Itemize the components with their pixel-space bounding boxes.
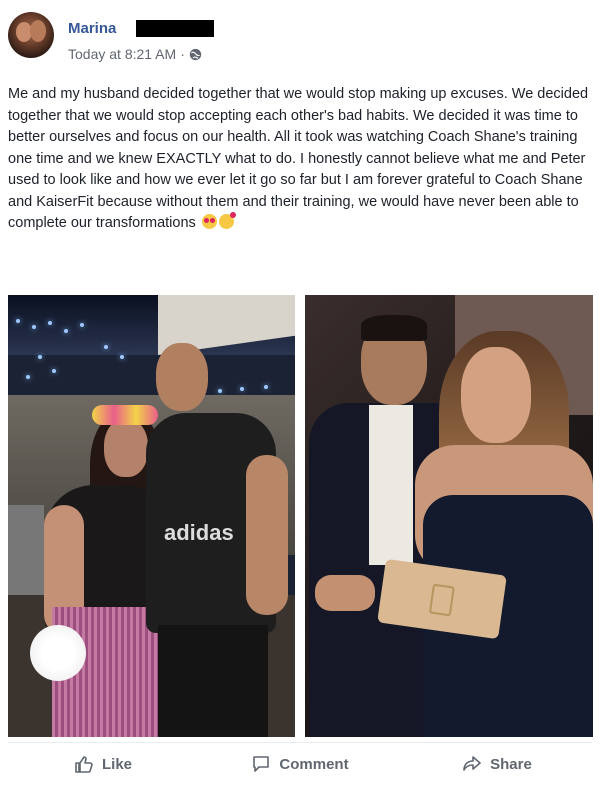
heart-eyes-emoji-icon	[201, 214, 217, 229]
man-shirt	[369, 405, 413, 565]
post-body: Me and my husband decided together that …	[8, 84, 593, 235]
comment-bubble-icon	[253, 756, 270, 772]
shirt-logo-text: adidas	[164, 520, 234, 545]
thumbs-up-icon	[75, 756, 93, 773]
share-arrow-icon	[463, 756, 481, 771]
share-button[interactable]: Share	[402, 748, 592, 780]
man-shorts	[158, 625, 268, 737]
post-actions-bar: Like Comment Share	[8, 748, 592, 780]
smiling-hearts-emoji-icon	[218, 212, 236, 229]
globe-icon[interactable]	[189, 48, 202, 61]
profile-avatar[interactable]	[8, 12, 54, 58]
redaction-bar	[136, 20, 214, 37]
comment-label: Comment	[279, 755, 349, 773]
action-divider	[8, 742, 592, 743]
avatar-face	[30, 20, 46, 42]
post-photo-after[interactable]	[305, 295, 593, 737]
man-hair	[361, 315, 427, 341]
hand	[315, 575, 375, 611]
post-photo-before[interactable]: adidas	[8, 295, 295, 737]
like-label: Like	[101, 755, 132, 773]
like-button[interactable]: Like	[8, 748, 198, 780]
post-timestamp[interactable]: Today at 8:21 AM	[68, 46, 176, 62]
post-header: Marina Today at 8:21 AM ·	[8, 12, 592, 68]
man-arm	[246, 455, 288, 615]
author-name-link[interactable]: Marina	[68, 20, 116, 37]
flower-crown	[92, 405, 158, 425]
white-pom	[30, 625, 86, 681]
meta-separator: ·	[180, 46, 185, 62]
post-meta: Today at 8:21 AM ·	[68, 46, 202, 62]
string-lights	[8, 315, 295, 395]
comment-button[interactable]: Comment	[205, 748, 395, 780]
post-text: Me and my husband decided together that …	[8, 86, 589, 231]
man-head	[156, 343, 208, 411]
woman-head	[104, 419, 148, 477]
woman-face	[461, 347, 531, 443]
share-label: Share	[490, 755, 532, 773]
clutch-logo-icon	[428, 583, 455, 617]
